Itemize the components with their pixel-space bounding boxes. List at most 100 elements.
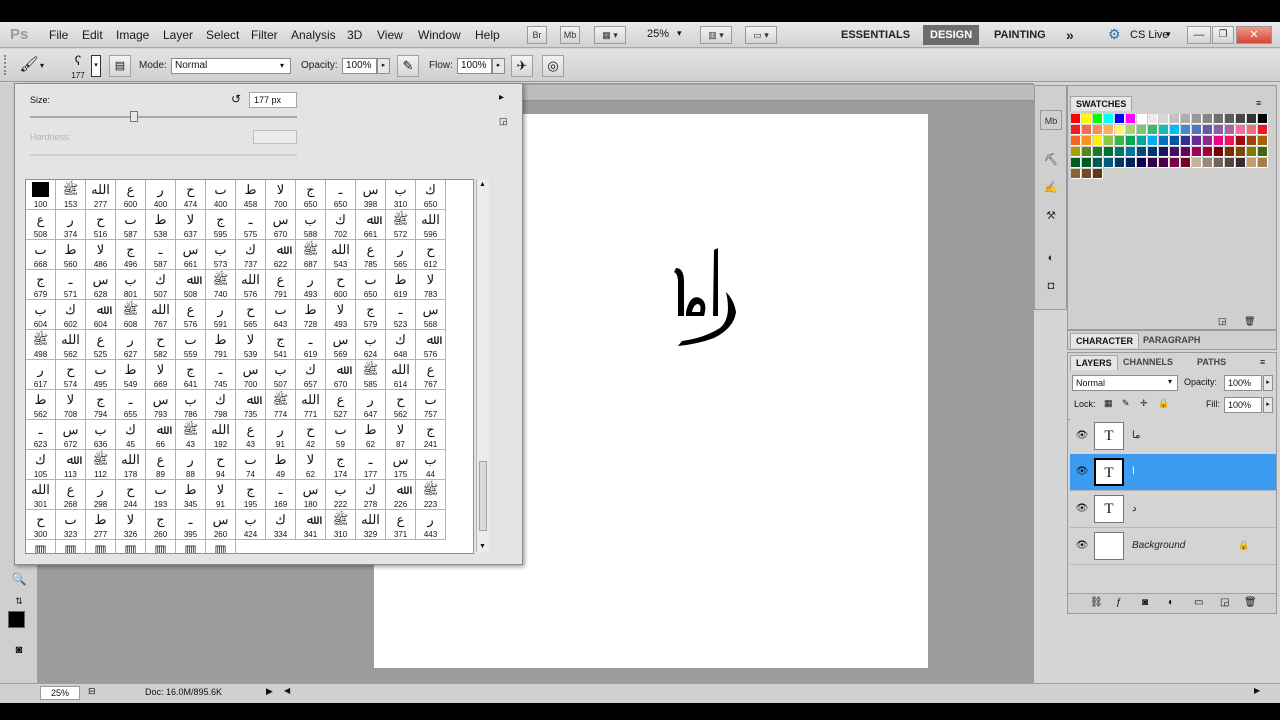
brush-preset[interactable]: لا 637 [176,210,206,240]
color-swatch[interactable] [1159,125,1169,135]
color-swatch[interactable] [1159,114,1169,124]
color-swatch[interactable] [1236,114,1246,124]
brush-preset[interactable]: ر 565 [386,240,416,270]
color-swatch[interactable] [1082,136,1092,146]
brush-preset[interactable]: ﷲ 508 [176,270,206,300]
color-swatch[interactable] [1203,114,1213,124]
color-swatch[interactable] [1258,147,1268,157]
brush-preset[interactable]: ر 400 [146,180,176,210]
brush-preset[interactable]: ٮ 400 [206,180,236,210]
panel-menu-icon[interactable]: ≡ [1256,98,1261,108]
scroll-down-icon[interactable]: ▼ [479,543,486,550]
brush-preset[interactable]: ـ 655 [116,390,146,420]
brush-preset[interactable]: ح 600 [326,270,356,300]
brush-preset[interactable]: ط 458 [236,180,266,210]
eye-icon[interactable]: 👁 [1075,466,1089,478]
color-swatch[interactable] [1082,147,1092,157]
brush-preset[interactable]: ب 588 [296,210,326,240]
lock-position-icon[interactable]: ✛ [1140,398,1148,409]
minimize-button[interactable]: — [1187,26,1211,44]
workspace-essentials[interactable]: ESSENTIALS [834,27,917,43]
menu-select[interactable]: Select [206,28,239,42]
brush-preset[interactable]: ـ 571 [56,270,86,300]
trash-icon[interactable]: 🗑 [1244,316,1255,327]
brush-preset[interactable]: س 700 [236,360,266,390]
brush-preset[interactable]: ٮ 559 [176,330,206,360]
brush-preset[interactable]: ك 702 [326,210,356,240]
brush-preset[interactable]: ﷲ 226 [386,480,416,510]
color-swatch[interactable] [1148,125,1158,135]
brush-preset[interactable]: س 793 [146,390,176,420]
layer-row[interactable]: 👁 Background 🔒 [1070,528,1276,565]
brush-preset[interactable]: الله 277 [86,180,116,210]
color-swatch[interactable] [1192,125,1202,135]
new-preset-icon[interactable]: ◲ [499,116,508,127]
brush-preset[interactable]: ﷲ 576 [416,330,446,360]
brush-preset[interactable]: ر 298 [86,480,116,510]
brush-preset[interactable]: ٮ 587 [116,210,146,240]
color-swatch[interactable] [1192,158,1202,168]
menu-filter[interactable]: Filter [251,28,278,42]
brush-preset[interactable]: ج 241 [416,420,446,450]
color-swatch[interactable] [1247,114,1257,124]
brush-preset[interactable]: ط 562 [26,390,56,420]
brush-preset[interactable]: ﷺ 608 [116,300,146,330]
status-zoom-input[interactable]: 25% [40,686,80,700]
brush-preset[interactable]: ▥ [206,540,236,553]
clone-source-icon[interactable]: ⚒ [1040,206,1062,226]
brush-panel-toggle-icon[interactable]: ▤ [109,55,131,77]
menu-help[interactable]: Help [475,28,500,42]
layer-opacity-slider-button[interactable]: ▸ [1263,375,1273,391]
restore-button[interactable]: ❐ [1212,26,1234,44]
brush-preset[interactable]: ط 728 [296,300,326,330]
brush-preset[interactable]: ﷺ 43 [176,420,206,450]
color-swatch[interactable] [1192,147,1202,157]
menu-edit[interactable]: Edit [82,28,103,42]
brush-preset[interactable]: ح 94 [206,450,236,480]
brush-preset[interactable]: ـ 587 [146,240,176,270]
brush-preset[interactable]: ط 345 [176,480,206,510]
brush-preset[interactable]: ع 767 [416,360,446,390]
close-button[interactable]: ✕ [1236,26,1272,44]
color-swatch[interactable] [1225,147,1235,157]
brush-preset[interactable]: ك 737 [236,240,266,270]
brush-preset[interactable]: ح 574 [56,360,86,390]
brush-preset[interactable]: ﷺ 153 [56,180,86,210]
brush-tool-icon[interactable]: 🖌 [18,55,40,77]
brush-preset[interactable]: ٮ 668 [26,240,56,270]
brush-preset[interactable]: ك 650 [416,180,446,210]
zoom-level-dropdown[interactable]: 25% [647,28,669,40]
tab-character[interactable]: CHARACTER [1070,333,1139,348]
color-swatch[interactable] [1203,158,1213,168]
layer-row[interactable]: 👁 T د [1070,491,1276,528]
layer-opacity-input[interactable]: 100% [1224,375,1262,391]
brush-preset[interactable]: ج 794 [86,390,116,420]
color-swatch[interactable] [1115,158,1125,168]
color-swatch[interactable] [1126,158,1136,168]
brush-preset[interactable]: ـ 623 [26,420,56,450]
opacity-slider-button[interactable]: ▸ [377,58,390,74]
color-swatch[interactable] [1093,125,1103,135]
brush-preset[interactable]: لا 493 [326,300,356,330]
color-swatch[interactable] [1071,136,1081,146]
brush-preset[interactable]: الله 543 [326,240,356,270]
brush-preset[interactable]: ط 791 [206,330,236,360]
trash-icon[interactable]: 🗑 [1244,597,1257,608]
bridge-button[interactable]: Br [527,26,547,44]
tab-paths[interactable]: PATHS [1192,355,1231,369]
color-swatch[interactable] [1258,158,1268,168]
brush-preset[interactable]: الله 614 [386,360,416,390]
eye-icon[interactable]: 👁 [1075,430,1089,442]
opacity-input[interactable]: 100% [342,58,377,74]
pressure-opacity-icon[interactable]: ✎ [397,55,419,77]
brush-preset[interactable]: ج 579 [356,300,386,330]
flow-slider-button[interactable]: ▸ [492,58,505,74]
brush-preset[interactable]: ك 798 [206,390,236,420]
brush-preset[interactable]: ك 507 [146,270,176,300]
brush-preset[interactable]: ـ 523 [386,300,416,330]
brush-preset[interactable]: ع 791 [266,270,296,300]
blend-mode-select[interactable]: Normal [1072,375,1178,391]
brush-preset[interactable]: ﷲ 604 [86,300,116,330]
airbrush-icon[interactable]: ✈ [511,55,533,77]
brush-preset[interactable]: س 398 [356,180,386,210]
